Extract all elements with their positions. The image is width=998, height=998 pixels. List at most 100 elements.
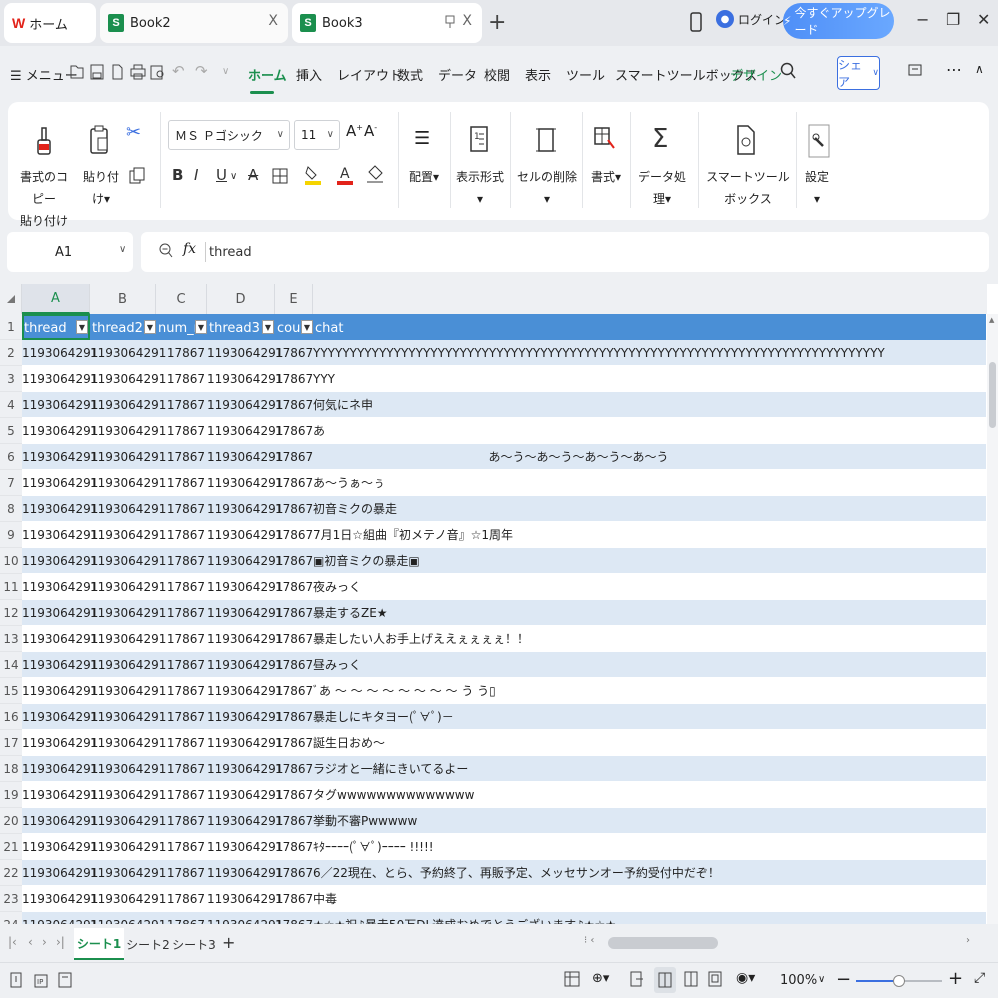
row-number[interactable]: 22: [0, 860, 22, 886]
filter-dropdown-icon[interactable]: ▼: [301, 320, 313, 334]
row-number[interactable]: 1: [0, 314, 22, 340]
row-number[interactable]: 7: [0, 470, 22, 496]
cell-e[interactable]: 17867: [275, 756, 313, 782]
collapse-ribbon-icon[interactable]: ∧: [975, 62, 984, 76]
cell-e[interactable]: 17867: [275, 470, 313, 496]
cell-a[interactable]: 1193064291: [22, 392, 98, 418]
hamburger-menu-button[interactable]: ☰ メニュー: [10, 65, 78, 84]
cell-e[interactable]: 17867: [275, 522, 313, 548]
cell-a[interactable]: 1193064291: [22, 444, 98, 470]
chevron-down-icon[interactable]: ∨: [230, 171, 237, 182]
save-icon[interactable]: [90, 64, 104, 80]
upgrade-button[interactable]: ⚡ 今すぐアップグレード: [783, 3, 894, 39]
cell-c[interactable]: 17867: [158, 678, 205, 704]
row-number[interactable]: 19: [0, 782, 22, 808]
row-number[interactable]: 18: [0, 756, 22, 782]
cell-chat[interactable]: 昼みっく: [313, 652, 983, 678]
cell-chat[interactable]: 何気にネ申: [313, 392, 983, 418]
formula-input[interactable]: [209, 240, 969, 264]
minimize-button[interactable]: −: [916, 10, 929, 29]
row-number[interactable]: 16: [0, 704, 22, 730]
filter-dropdown-icon[interactable]: ▼: [195, 320, 207, 334]
cell-b[interactable]: 1193064291: [90, 522, 166, 548]
cell-b[interactable]: 1193064291: [90, 886, 166, 912]
cell-d[interactable]: 1193064291: [207, 834, 283, 860]
cell-a[interactable]: 1193064291: [22, 548, 98, 574]
row-number[interactable]: 24: [0, 912, 22, 924]
cell-c[interactable]: 17867: [158, 574, 205, 600]
close-tab-book3-button[interactable]: X: [462, 13, 472, 29]
cell-e[interactable]: 17867: [275, 860, 313, 886]
cell-e[interactable]: 17867: [275, 444, 313, 470]
cell-c[interactable]: 17867: [158, 808, 205, 834]
cell-e[interactable]: 17867: [275, 574, 313, 600]
fill-color-icon[interactable]: [304, 164, 322, 186]
open-file-icon[interactable]: [70, 64, 84, 80]
cell-a[interactable]: 1193064291: [22, 886, 98, 912]
chevron-down-icon[interactable]: ∨: [222, 66, 229, 77]
cell-a[interactable]: 1193064291: [22, 574, 98, 600]
cell-chat[interactable]: ▣初音ミクの暴走▣: [313, 548, 983, 574]
zoom-in-button[interactable]: +: [948, 968, 963, 989]
cell-chat[interactable]: ﾞあ ～ ～ ～ ～ ～ ～ ～ ～ う う▯: [313, 678, 983, 704]
cell-chat[interactable]: 初音ミクの暴走: [313, 496, 983, 522]
row-number[interactable]: 15: [0, 678, 22, 704]
paste-icon[interactable]: [88, 124, 110, 156]
align-button[interactable]: 配置▾: [404, 166, 444, 188]
cell-b[interactable]: 1193064291: [90, 600, 166, 626]
function-icon[interactable]: fx: [183, 241, 196, 257]
cell-b[interactable]: 1193064291: [90, 678, 166, 704]
row-number[interactable]: 4: [0, 392, 22, 418]
cell-b[interactable]: 1193064291: [90, 626, 166, 652]
cell-d[interactable]: 1193064291: [207, 340, 283, 366]
row-number[interactable]: 21: [0, 834, 22, 860]
cell-c[interactable]: 17867: [158, 704, 205, 730]
tab-layout[interactable]: レイアウト: [337, 65, 402, 84]
more-options-icon[interactable]: ⋯: [946, 60, 962, 79]
header-cell[interactable]: chat: [313, 314, 373, 340]
settings-button[interactable]: 設定▾: [802, 166, 832, 210]
tab-book3[interactable]: S Book3 X: [292, 3, 482, 43]
cell-delete-icon[interactable]: [536, 126, 556, 154]
row-number[interactable]: 13: [0, 626, 22, 652]
cell-d[interactable]: 1193064291: [207, 626, 283, 652]
font-size-select[interactable]: 11 ∨: [294, 120, 340, 150]
tab-home[interactable]: W ホーム: [4, 3, 96, 43]
vertical-scroll-thumb[interactable]: [989, 362, 996, 428]
tab-book2[interactable]: S Book2 X: [100, 3, 288, 43]
cell-chat[interactable]: タグwwwwwwwwwwwwww: [313, 782, 983, 808]
cell-d[interactable]: 1193064291: [207, 366, 283, 392]
cell-chat[interactable]: 夜みっく: [313, 574, 983, 600]
italic-button[interactable]: I: [194, 166, 198, 184]
cell-a[interactable]: 1193064291: [22, 678, 98, 704]
tab-data[interactable]: データ: [438, 65, 477, 84]
sum-icon[interactable]: Σ: [652, 124, 668, 154]
cell-d[interactable]: 1193064291: [207, 782, 283, 808]
row-number[interactable]: 20: [0, 808, 22, 834]
cell-c[interactable]: 17867: [158, 626, 205, 652]
cell-c[interactable]: 17867: [158, 860, 205, 886]
header-cell[interactable]: thread: [22, 314, 76, 340]
last-sheet-icon[interactable]: ›|: [56, 935, 65, 949]
zoom-slider-knob[interactable]: [893, 975, 905, 987]
smart-toolbox-button[interactable]: スマートツールボックス: [702, 166, 794, 210]
filter-dropdown-icon[interactable]: ▼: [144, 320, 156, 334]
cell-b[interactable]: 1193064291: [90, 808, 166, 834]
filter-dropdown-icon[interactable]: ▼: [262, 320, 274, 334]
cell-b[interactable]: 1193064291: [90, 496, 166, 522]
cell-a[interactable]: 1193064291: [22, 496, 98, 522]
header-cell[interactable]: count: [275, 314, 301, 340]
chevron-down-icon[interactable]: ∨: [818, 974, 825, 985]
cell-c[interactable]: 17867: [158, 548, 205, 574]
cell-e[interactable]: 17867: [275, 782, 313, 808]
cell-e[interactable]: 17867: [275, 392, 313, 418]
cell-e[interactable]: 17867: [275, 340, 313, 366]
format-painter-icon[interactable]: [34, 126, 54, 156]
tab-view[interactable]: 表示: [525, 65, 551, 84]
header-cell[interactable]: thread2: [90, 314, 144, 340]
freeze-pane-icon[interactable]: ⊕▾: [592, 971, 609, 986]
cell-e[interactable]: 17867: [275, 418, 313, 444]
zoom-formula-icon[interactable]: [159, 243, 173, 259]
row-number[interactable]: 9: [0, 522, 22, 548]
comment-icon[interactable]: [908, 64, 922, 78]
